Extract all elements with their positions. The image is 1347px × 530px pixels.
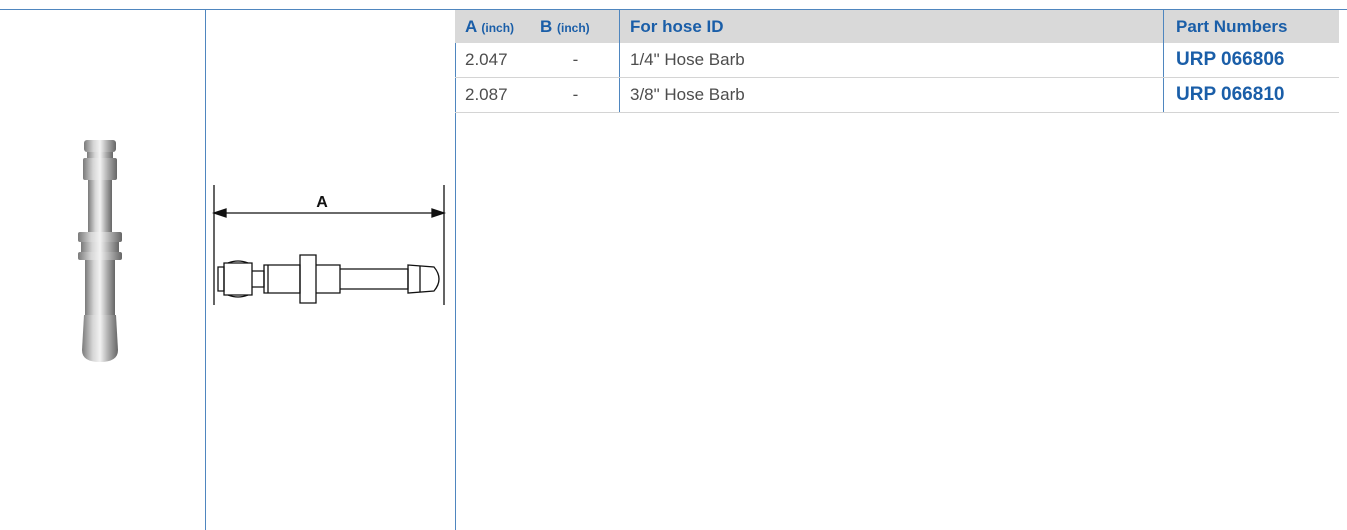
part-number-link[interactable]: URP 066806 bbox=[1163, 43, 1339, 78]
cell-a: 2.087 bbox=[455, 77, 532, 113]
header-hose-id: For hose ID bbox=[619, 10, 1164, 43]
header-b-label: B bbox=[540, 16, 553, 36]
cell-b: - bbox=[532, 43, 620, 78]
dimension-label: A bbox=[316, 194, 328, 211]
column-divider-left bbox=[205, 9, 206, 530]
header-part-numbers-label: Part Numbers bbox=[1176, 16, 1288, 36]
table-row: 2.087 - 3/8" Hose Barb URP 066810 bbox=[455, 77, 1339, 113]
header-part-numbers: Part Numbers bbox=[1163, 10, 1339, 43]
cell-b: - bbox=[532, 77, 620, 113]
part-number-link[interactable]: URP 066810 bbox=[1163, 77, 1339, 113]
header-hose-id-label: For hose ID bbox=[630, 16, 724, 36]
spec-table: A (inch) B (inch) For hose ID Part Numbe… bbox=[455, 10, 1339, 113]
table-header-row: A (inch) B (inch) For hose ID Part Numbe… bbox=[455, 10, 1339, 43]
cell-hose-id: 3/8" Hose Barb bbox=[619, 77, 1164, 113]
header-b: B (inch) bbox=[532, 10, 620, 43]
table-row: 2.047 - 1/4" Hose Barb URP 066806 bbox=[455, 43, 1339, 78]
cell-hose-id: 1/4" Hose Barb bbox=[619, 43, 1164, 78]
header-a-label: A bbox=[465, 16, 477, 36]
technical-drawing: A bbox=[211, 185, 447, 305]
header-a: A (inch) bbox=[455, 10, 532, 43]
product-photo bbox=[78, 140, 122, 362]
cell-a: 2.047 bbox=[455, 43, 532, 78]
header-a-unit: (inch) bbox=[481, 20, 515, 35]
header-b-unit: (inch) bbox=[557, 20, 590, 35]
